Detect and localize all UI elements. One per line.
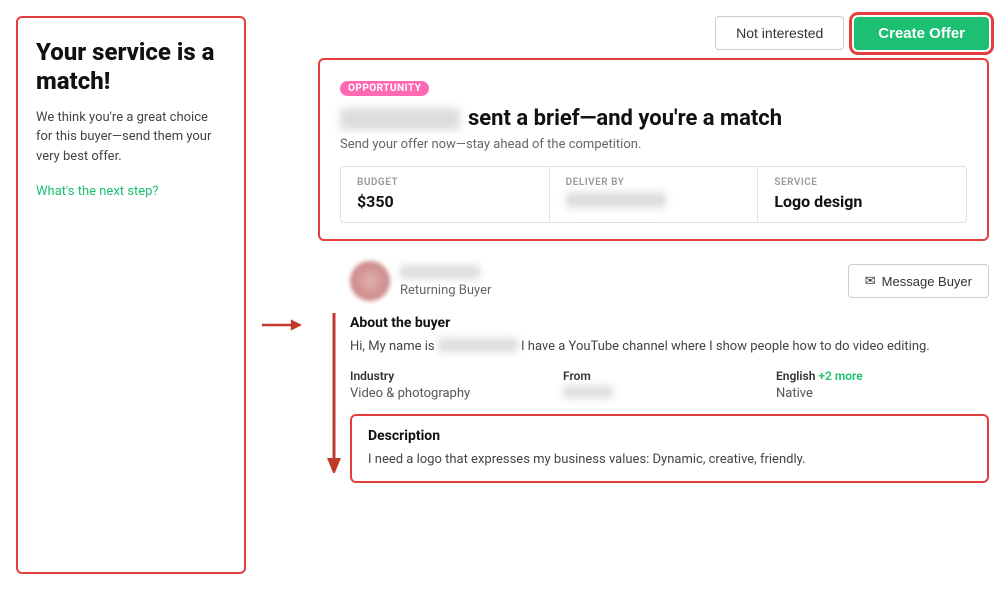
sender-name-blurred (340, 108, 460, 130)
message-buyer-button[interactable]: ✉ Message Buyer (848, 264, 989, 298)
buyer-name-blurred (400, 265, 480, 279)
match-panel: Your service is a match! We think you're… (16, 16, 246, 574)
industry-col: Industry Video & photography (350, 369, 563, 402)
buyer-avatar (350, 261, 390, 301)
from-label: From (563, 369, 776, 383)
description-section: Description I need a logo that expresses… (350, 414, 989, 484)
language-value: Native (776, 386, 989, 401)
buyer-tag: Returning Buyer (400, 283, 491, 298)
not-interested-button[interactable]: Not interested (715, 16, 844, 50)
next-step-link[interactable]: What's the next step? (36, 184, 159, 199)
service-label: SERVICE (774, 177, 950, 188)
match-headline: Your service is a match! (36, 38, 226, 96)
opportunity-subtitle: Send your offer now—stay ahead of the co… (340, 137, 967, 152)
deliver-date-blurred (566, 192, 666, 208)
opportunity-title: sent a brief—and you're a match (340, 106, 967, 131)
service-cell: SERVICE Logo design (758, 167, 966, 222)
right-panel: Not interested Create Offer OPPORTUNITY … (318, 16, 989, 574)
language-extra: +2 more (818, 369, 862, 383)
description-text: I need a logo that expresses my business… (368, 450, 971, 470)
arrow-down-col (318, 253, 350, 483)
description-title: Description (368, 428, 971, 444)
lower-content: Returning Buyer ✉ Message Buyer About th… (350, 253, 989, 483)
about-title: About the buyer (350, 315, 989, 331)
industry-value: Video & photography (350, 386, 563, 401)
lower-section: Returning Buyer ✉ Message Buyer About th… (318, 253, 989, 483)
action-bar: Not interested Create Offer (318, 16, 989, 50)
buyer-details-grid: Industry Video & photography From Englis… (350, 369, 989, 402)
arrow-right-indicator (262, 16, 302, 574)
language-col: English +2 more Native (776, 369, 989, 402)
buyer-info: Returning Buyer (350, 261, 491, 301)
language-label: English +2 more (776, 369, 989, 383)
service-value: Logo design (774, 192, 950, 211)
from-location-blurred (563, 386, 613, 398)
industry-label: Industry (350, 369, 563, 383)
opportunity-badge: OPPORTUNITY (340, 81, 429, 96)
message-buyer-label: Message Buyer (882, 274, 972, 289)
deliver-value (566, 192, 742, 212)
budget-label: BUDGET (357, 177, 533, 188)
from-value (563, 386, 776, 402)
envelope-icon: ✉ (865, 273, 876, 289)
about-text: Hi, My name is I have a YouTube channel … (350, 337, 989, 357)
buyer-row: Returning Buyer ✉ Message Buyer (350, 253, 989, 301)
from-col: From (563, 369, 776, 402)
opportunity-card: OPPORTUNITY sent a brief—and you're a ma… (318, 58, 989, 241)
deliver-cell: DELIVER BY (550, 167, 759, 222)
deliver-label: DELIVER BY (566, 177, 742, 188)
about-section: About the buyer Hi, My name is I have a … (350, 315, 989, 357)
buyer-meta: Returning Buyer (400, 265, 491, 298)
opportunity-details: BUDGET $350 DELIVER BY SERVICE Logo desi… (340, 166, 967, 223)
match-subtext: We think you're a great choice for this … (36, 108, 226, 167)
buyer-name-inline-blurred (438, 338, 518, 352)
opportunity-title-text: sent a brief—and you're a match (468, 106, 782, 131)
create-offer-button[interactable]: Create Offer (854, 17, 989, 50)
budget-value: $350 (357, 192, 533, 211)
budget-cell: BUDGET $350 (341, 167, 550, 222)
